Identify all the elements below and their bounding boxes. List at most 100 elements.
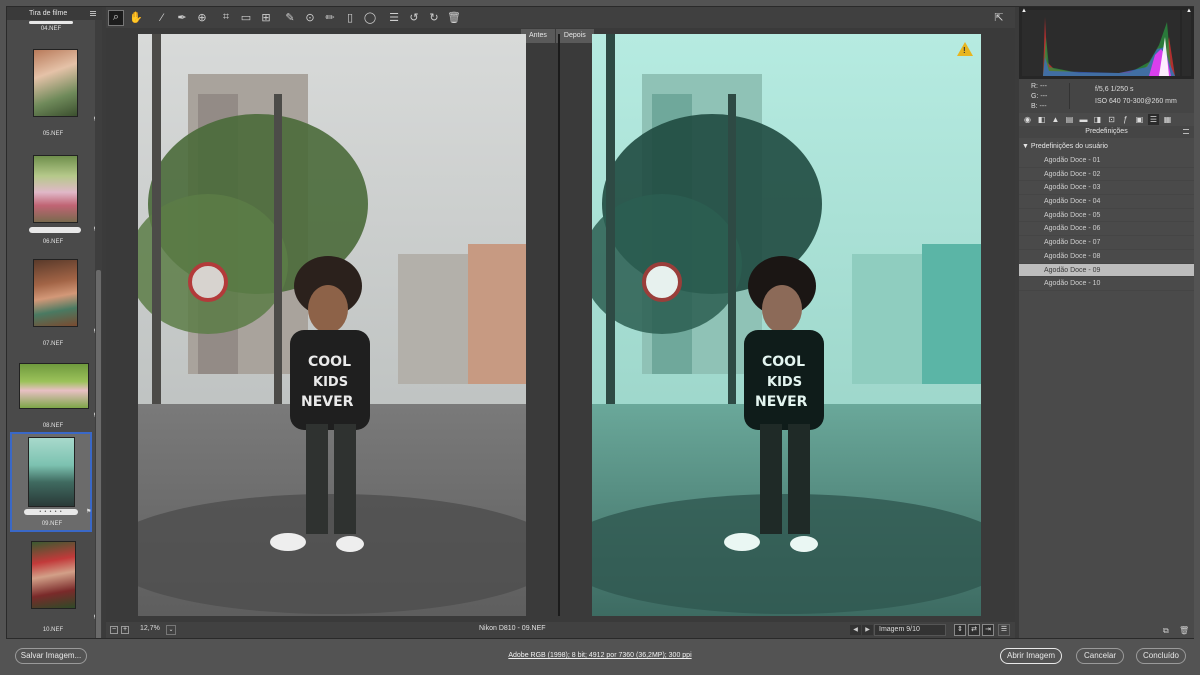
presets-tab-icon[interactable]: ☰	[1148, 114, 1159, 125]
presets-menu-icon[interactable]	[1183, 129, 1189, 134]
transform-icon[interactable]: ⊞	[258, 10, 274, 26]
rotate-right-icon[interactable]: ↻	[426, 10, 442, 26]
warning-icon[interactable]: !	[957, 42, 973, 56]
info-divider	[1069, 83, 1070, 109]
rating-stars[interactable]: • • • • •	[24, 509, 78, 515]
svg-text:KIDS: KIDS	[767, 375, 802, 390]
tone-curve-tab-icon[interactable]: ◧	[1036, 114, 1047, 125]
flag-icon[interactable]: ⚑	[86, 509, 92, 515]
filmstrip-item[interactable]: ⚑ 10.NEF	[11, 535, 98, 635]
preset-group-user[interactable]: ▼ Predefinições do usuário	[1019, 140, 1194, 154]
preset-item-selected[interactable]: Agodão Doce - 09	[1019, 263, 1194, 278]
transform-tab-icon[interactable]: ⊡	[1106, 114, 1117, 125]
histogram: ▲ ▲	[1019, 7, 1194, 79]
before-photo-drawing: COOL KIDS NEVER	[138, 34, 526, 616]
toggle-settings-icon[interactable]: ☰	[998, 624, 1010, 636]
rotate-left-icon[interactable]: ↺	[406, 10, 422, 26]
thumbnail-image	[33, 49, 78, 117]
delete-preset-icon[interactable]: 🗑	[1179, 626, 1189, 635]
compare-divider	[558, 34, 560, 616]
preset-item[interactable]: Agodão Doce - 06	[1019, 222, 1194, 237]
new-preset-icon[interactable]: ⧉	[1163, 626, 1169, 636]
open-image-button[interactable]: Abrir Imagem	[1000, 648, 1062, 664]
panel-tabs: ◉ ◧ ▲ ▤ ▬ ◨ ⊡ ƒ ▣ ☰ ▦	[1019, 113, 1194, 126]
graduated-filter-icon[interactable]: ▯	[342, 10, 358, 26]
fullscreen-icon[interactable]: ⇱	[991, 10, 1007, 26]
preset-item[interactable]: Agodão Doce - 05	[1019, 209, 1194, 223]
highlight-clipping-icon[interactable]: ▲	[1186, 8, 1192, 14]
filmstrip-item-selected[interactable]: • • • • • ⚑ 09.NEF	[10, 432, 92, 532]
preferences-icon[interactable]: ☰	[386, 10, 402, 26]
filmstrip-header: Tira de filme	[7, 7, 102, 20]
straighten-icon[interactable]: ▭	[238, 10, 254, 26]
red-eye-icon[interactable]: ⊙	[302, 10, 318, 26]
preset-item[interactable]: Agodão Doce - 03	[1019, 181, 1194, 196]
filmstrip-top-label: 04.NEF	[40, 26, 62, 32]
done-button[interactable]: Concluído	[1136, 648, 1186, 664]
thumbnail-image	[31, 541, 76, 609]
after-photo-drawing: COOL KIDS NEVER	[592, 34, 981, 616]
basic-tab-icon[interactable]: ◉	[1022, 114, 1033, 125]
thumbnail-image	[33, 155, 78, 223]
preview-area[interactable]: Antes Depois COOL KIDS NEVER COOL KIDS N…	[106, 28, 1015, 622]
filmstrip-scrollbar[interactable]	[95, 20, 102, 638]
filmstrip-item[interactable]: ⚑ 06.NEF	[11, 147, 98, 249]
preset-item[interactable]: Agodão Doce - 02	[1019, 168, 1194, 182]
spot-removal-icon[interactable]: ✎	[282, 10, 298, 26]
svg-text:COOL: COOL	[762, 354, 805, 370]
trash-icon[interactable]: 🗑	[446, 10, 462, 26]
histogram-graph	[1019, 7, 1194, 79]
next-image-button[interactable]: ▶	[862, 625, 873, 635]
svg-text:NEVER: NEVER	[301, 394, 354, 410]
zoom-icon[interactable]: ⌕	[108, 9, 124, 26]
target-adjust-icon[interactable]: ⊕	[194, 10, 210, 26]
rating-bar[interactable]	[29, 227, 81, 233]
split-toning-tab-icon[interactable]: ▬	[1078, 114, 1089, 125]
preset-item[interactable]: Agodão Doce - 08	[1019, 250, 1194, 264]
preset-item[interactable]: Agodão Doce - 04	[1019, 195, 1194, 209]
detail-tab-icon[interactable]: ▲	[1050, 114, 1061, 125]
scrollbar-thumb[interactable]	[96, 270, 101, 638]
tab-before[interactable]: Antes	[521, 29, 555, 43]
zoom-dropdown-icon[interactable]: ⌄	[166, 625, 176, 635]
snapshots-tab-icon[interactable]: ▦	[1162, 114, 1173, 125]
copy-settings-icon[interactable]: ⇥	[982, 624, 994, 636]
white-balance-icon[interactable]: ⁄	[154, 10, 170, 26]
preset-item[interactable]: Agodão Doce - 10	[1019, 277, 1194, 291]
hsl-tab-icon[interactable]: ▤	[1064, 114, 1075, 125]
filmstrip-panel: Tira de filme 04.NEF ⚑ 05.NEF ⚑ 06.NEF ⚑…	[7, 7, 102, 638]
svg-text:KIDS: KIDS	[313, 375, 348, 390]
thumbnail-label: 07.NEF	[42, 341, 64, 347]
tab-after[interactable]: Depois	[555, 29, 594, 43]
lens-tab-icon[interactable]: ◨	[1092, 114, 1103, 125]
color-sampler-icon[interactable]: ✒	[174, 10, 190, 26]
filmstrip-title: Tira de filme	[29, 10, 68, 17]
crop-icon[interactable]: ⌗	[218, 10, 234, 26]
thumbnail-image	[28, 437, 75, 507]
swap-settings-icon[interactable]: ⇄	[968, 624, 980, 636]
filmstrip-item[interactable]: ⚑ 07.NEF	[11, 253, 98, 353]
adjustment-brush-icon[interactable]: ✏	[322, 10, 338, 26]
prev-image-button[interactable]: ◀	[850, 625, 861, 635]
shadow-clipping-icon[interactable]: ▲	[1021, 8, 1027, 14]
before-after-view-icon[interactable]: ⇕	[954, 624, 966, 636]
calibration-tab-icon[interactable]: ▣	[1134, 114, 1145, 125]
thumbnail-label: 10.NEF	[42, 627, 64, 633]
filmstrip-item[interactable]: ⚑ 08.NEF	[11, 357, 98, 435]
hand-icon[interactable]: ✋	[128, 10, 144, 26]
filmstrip-item[interactable]: ⚑ 05.NEF	[11, 43, 98, 143]
filmstrip-menu-icon[interactable]	[90, 11, 96, 16]
right-panel: ▲ ▲ R: --- G: --- B: --- f/5,6 1/250 s I…	[1019, 7, 1194, 638]
cancel-button[interactable]: Cancelar	[1076, 648, 1124, 664]
blue-readout: B: ---	[1031, 103, 1047, 110]
zoom-out-button[interactable]: −	[110, 626, 118, 634]
zoom-in-button[interactable]: +	[121, 626, 129, 634]
zoom-level: 12,7%	[140, 625, 160, 632]
svg-text:NEVER: NEVER	[755, 394, 808, 410]
thumbnail-label: 05.NEF	[42, 131, 64, 137]
preset-item[interactable]: Agodão Doce - 01	[1019, 154, 1194, 168]
before-image: COOL KIDS NEVER	[138, 34, 526, 616]
preset-item[interactable]: Agodão Doce - 07	[1019, 236, 1194, 250]
radial-filter-icon[interactable]: ◯	[362, 10, 378, 26]
effects-tab-icon[interactable]: ƒ	[1120, 114, 1131, 125]
